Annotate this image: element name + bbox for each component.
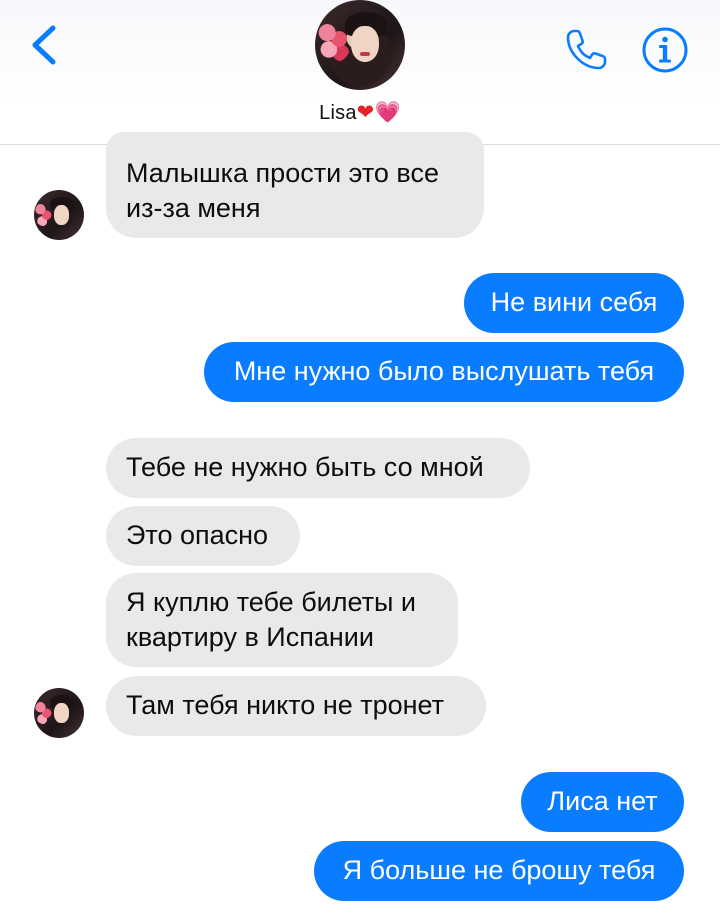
info-button[interactable] [640, 25, 690, 75]
call-button[interactable] [562, 26, 610, 74]
message-bubble-incoming[interactable]: Тебе не нужно быть со мной [106, 438, 530, 498]
avatar-face [54, 205, 69, 225]
contact-avatar[interactable] [315, 0, 405, 90]
phone-icon [566, 29, 607, 70]
chat-header: Lisa❤💗 [0, 0, 720, 145]
message-bubble-incoming[interactable]: Я куплю тебе билеты и квартиру в Испании [106, 573, 458, 667]
pink-heart-icon: 💗 [374, 100, 401, 124]
info-icon [642, 27, 688, 73]
message-bubble-outgoing[interactable]: Не вини себя [464, 273, 684, 333]
message-bubble-outgoing[interactable]: Мне нужно было выслушать тебя [204, 342, 684, 402]
sender-avatar[interactable] [34, 688, 84, 738]
back-button[interactable] [22, 22, 68, 68]
avatar-face [351, 26, 379, 62]
message-thread[interactable]: Малышка прости это все из-за меня Не вин… [0, 132, 720, 904]
message-bubble-incoming[interactable]: Малышка прости это все из-за меня [106, 132, 484, 238]
avatar-face [54, 703, 69, 723]
red-heart-icon: ❤ [356, 100, 375, 124]
message-bubble-incoming[interactable]: Это опасно [106, 506, 300, 566]
contact-name[interactable]: Lisa❤💗 [0, 100, 720, 125]
message-bubble-outgoing[interactable]: Я больше не брошу тебя [314, 841, 684, 901]
contact-name-text: Lisa [319, 102, 357, 124]
avatar-lips [360, 52, 370, 56]
message-bubble-outgoing[interactable]: Лиса нет [521, 772, 684, 832]
chevron-left-icon [32, 25, 56, 65]
message-bubble-incoming[interactable]: Там тебя никто не тронет [106, 676, 486, 736]
sender-avatar[interactable] [34, 190, 84, 240]
